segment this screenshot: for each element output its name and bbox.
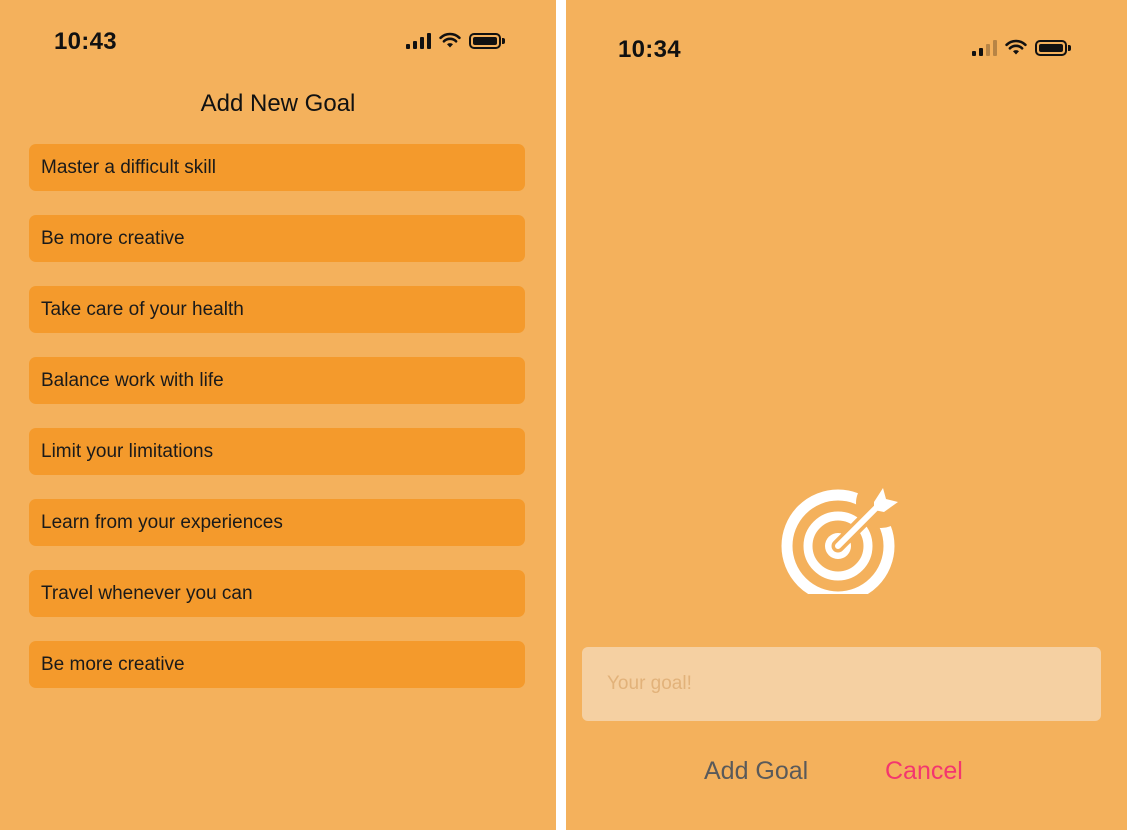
- page-title: Add New Goal: [200, 90, 356, 117]
- goal-input[interactable]: [582, 647, 1101, 721]
- status-bar-time: 10:43: [54, 28, 117, 55]
- status-bar-icons: [972, 39, 1071, 56]
- goal-item[interactable]: Master a difficult skill: [29, 144, 525, 191]
- goal-item[interactable]: Take care of your health: [29, 286, 525, 333]
- goal-item[interactable]: Balance work with life: [29, 357, 525, 404]
- goal-item[interactable]: Travel whenever you can: [29, 570, 525, 617]
- battery-icon: [1035, 39, 1071, 56]
- goal-item[interactable]: Learn from your experiences: [29, 499, 525, 546]
- cellular-signal-icon: [406, 32, 431, 49]
- add-new-goal-screen: 10:43 Add New Goal Master a difficult sk…: [0, 0, 556, 830]
- status-bar-time: 10:34: [618, 36, 681, 63]
- goal-item[interactable]: Be more creative: [29, 641, 525, 688]
- wifi-icon: [1005, 39, 1027, 55]
- cancel-button[interactable]: Cancel: [885, 757, 963, 786]
- status-bar-icons: [406, 32, 505, 49]
- goal-item[interactable]: Be more creative: [29, 215, 525, 262]
- goal-list: Master a difficult skill Be more creativ…: [29, 144, 525, 712]
- cellular-signal-icon: [972, 39, 997, 56]
- add-goal-button[interactable]: Add Goal: [704, 757, 808, 786]
- wifi-icon: [439, 32, 461, 48]
- target-arrow-icon: [781, 486, 904, 594]
- battery-icon: [469, 32, 505, 49]
- goal-item[interactable]: Limit your limitations: [29, 428, 525, 475]
- goal-input-screen: 10:34 Add Goal Cancel: [566, 0, 1127, 830]
